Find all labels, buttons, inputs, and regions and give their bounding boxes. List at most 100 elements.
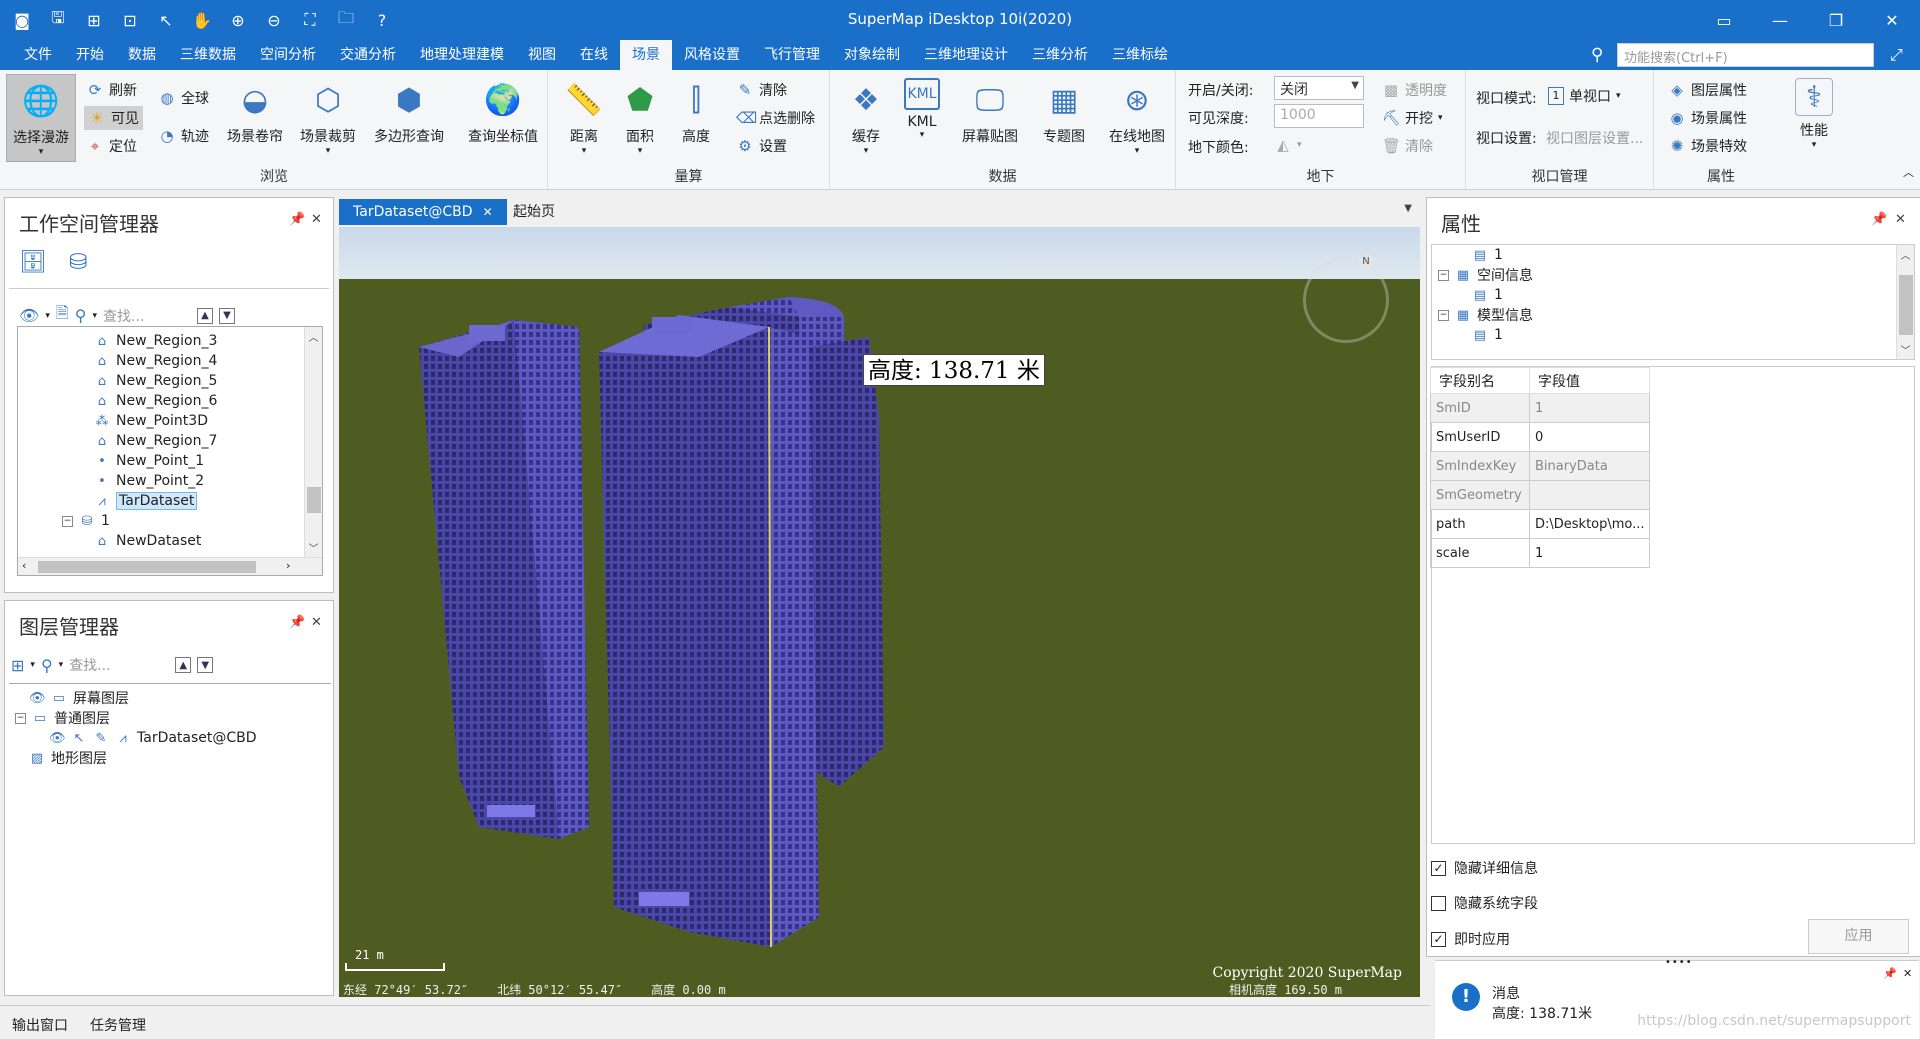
tree-item-1[interactable]: ▤ 1 <box>1472 325 1503 345</box>
scroll-thumb[interactable] <box>307 487 321 513</box>
attribute-row[interactable]: scale 1 <box>1430 538 1650 568</box>
menu-tab-13[interactable]: 三维地理设计 <box>912 40 1020 70</box>
open-icon[interactable]: ⊞ <box>80 7 108 33</box>
apply-button[interactable]: 应用 <box>1808 919 1909 954</box>
attribute-row[interactable]: SmIndexKey BinaryData <box>1430 451 1650 481</box>
scene-clip-button[interactable]: ⬡ 场景裁剪 ▾ <box>296 74 360 162</box>
scene-effects-button[interactable]: ✺ 场景特效 <box>1668 134 1747 158</box>
scene-roll-button[interactable]: ◒ 场景卷帘 <box>224 74 286 162</box>
eye-icon[interactable]: 👁 <box>29 691 46 706</box>
collapse-icon[interactable]: − <box>15 712 26 724</box>
menu-tab-14[interactable]: 三维分析 <box>1020 40 1100 70</box>
close-icon[interactable]: ✕ <box>1903 967 1912 980</box>
scene-view[interactable]: 高度: 138.71 米 N 21 m Copyright 2020 Super… <box>339 227 1420 997</box>
normal-layer-item[interactable]: − ▭ 普通图层 <box>15 708 110 728</box>
help-icon[interactable]: ? <box>368 7 396 33</box>
menu-tab-3[interactable]: 三维数据 <box>168 40 248 70</box>
refresh-button[interactable]: ⟳ 刷新 <box>86 78 137 102</box>
eye-icon[interactable]: 👁 <box>49 731 66 746</box>
tree-item-model[interactable]: − ▦ 模型信息 <box>1438 305 1533 325</box>
workspace-item[interactable]: ⌂ New_Region_5 <box>94 371 218 391</box>
visible-button[interactable]: ☀ 可见 <box>84 106 143 130</box>
scroll-left-icon[interactable]: ‹ <box>22 559 26 572</box>
grip-icon[interactable]: •••• <box>1665 957 1693 968</box>
menu-tab-9[interactable]: 场景 <box>620 40 672 70</box>
workspace-item[interactable]: ⌂ New_Region_3 <box>94 331 218 351</box>
save-icon[interactable]: 🖫 <box>44 7 72 33</box>
field-value-cell[interactable]: 1 <box>1529 538 1650 568</box>
attribute-row[interactable]: SmID 1 <box>1430 393 1650 423</box>
screen-paste-button[interactable]: 🖵 屏幕贴图 <box>954 74 1026 162</box>
instant-apply-checkbox[interactable]: ✓ 即时应用 <box>1431 929 1510 949</box>
menu-tab-1[interactable]: 开始 <box>64 40 116 70</box>
tab-tardataset[interactable]: TarDataset@CBD ✕ <box>339 199 507 225</box>
workspace-hscroll[interactable]: ‹ › <box>18 557 322 575</box>
performance-button[interactable]: ⚕ 性能 ▾ <box>1786 74 1842 162</box>
pin-icon[interactable]: 📌 <box>289 212 305 227</box>
thematic-button[interactable]: ▦ 专题图 <box>1032 74 1096 162</box>
hide-system-fields-checkbox[interactable]: 隐藏系统字段 <box>1431 893 1538 913</box>
editable-icon[interactable]: ✎ <box>93 731 109 746</box>
measure-settings-button[interactable]: ⚙ 设置 <box>736 134 787 158</box>
open-file-icon[interactable]: 🗎 <box>56 302 69 329</box>
scroll-right-icon[interactable]: › <box>286 559 290 572</box>
measure-clear-button[interactable]: ✎ 清除 <box>736 78 787 102</box>
workspace-item[interactable]: ⌂ New_Region_4 <box>94 351 218 371</box>
excavate-button[interactable]: ⛏ 开挖 ▾ <box>1382 106 1443 130</box>
viewport-mode-select[interactable]: 1 单视口 ▾ <box>1548 84 1621 108</box>
scroll-down-icon[interactable]: ﹀ <box>1897 342 1914 357</box>
arrow-up-icon[interactable]: ▲ <box>175 657 192 673</box>
tab-start-page[interactable]: 起始页 <box>499 199 569 225</box>
tree-item-spatial[interactable]: − ▦ 空间信息 <box>1438 265 1533 285</box>
export-icon[interactable]: ⊡ <box>116 7 144 33</box>
cache-button[interactable]: ❖ 缓存 ▾ <box>836 74 896 162</box>
viewport-layer-settings[interactable]: 视口图层设置... <box>1546 128 1643 148</box>
attribute-row[interactable]: SmUserID 0 <box>1430 422 1650 452</box>
add-layer-icon[interactable]: ⊞ <box>11 656 24 675</box>
scene-props-button[interactable]: ◉ 场景属性 <box>1668 106 1747 130</box>
compass-control[interactable]: N <box>1303 254 1389 343</box>
polygon-query-button[interactable]: ⬢ 多边形查询 <box>368 74 450 162</box>
zoom-out-icon[interactable]: ⊖ <box>260 7 288 33</box>
terrain-layer-item[interactable]: ▨ 地形图层 <box>29 748 107 768</box>
underground-color-picker[interactable]: ◭ ▾ <box>1274 133 1301 157</box>
arrow-down-icon[interactable]: ▼ <box>197 657 214 673</box>
find-icon[interactable]: ⚲ <box>41 656 53 675</box>
properties-tree-vscroll[interactable]: ︿ ﹀ <box>1896 245 1914 359</box>
height-button[interactable]: ⫿ 高度 <box>666 74 726 162</box>
query-coord-button[interactable]: 🌍 查询坐标值 <box>462 74 544 162</box>
menu-tab-10[interactable]: 风格设置 <box>672 40 752 70</box>
function-search-input[interactable]: 功能搜索(Ctrl+F) <box>1617 43 1874 67</box>
menu-tab-11[interactable]: 飞行管理 <box>752 40 832 70</box>
close-button[interactable]: ✕ <box>1864 0 1920 40</box>
scroll-thumb[interactable] <box>1899 275 1913 335</box>
layer-props-button[interactable]: ◈ 图层属性 <box>1668 78 1747 102</box>
visible-depth-input[interactable]: 1000 <box>1274 104 1364 128</box>
restore-ribbon-icon[interactable]: ▭ <box>1696 0 1752 40</box>
workspace-item[interactable]: ⌂ New_Region_7 <box>94 431 218 451</box>
select-roam-button[interactable]: 🌐 选择漫游 ▾ <box>6 74 76 162</box>
workspace-item[interactable]: • New_Point_2 <box>94 471 204 491</box>
find-icon[interactable]: ⚲ <box>75 306 87 325</box>
screen-layer-item[interactable]: 👁 ▭ 屏幕图层 <box>29 688 129 708</box>
transparency-button[interactable]: ▩ 透明度 <box>1382 78 1447 102</box>
select-cursor-icon[interactable]: ↖ <box>152 7 180 33</box>
zoom-in-icon[interactable]: ⊕ <box>224 7 252 33</box>
close-tab-icon[interactable]: ✕ <box>483 205 493 219</box>
model-layer-item[interactable]: 👁 ↖ ✎ ⩘ TarDataset@CBD <box>49 728 257 748</box>
pin-icon[interactable]: 📌 <box>289 615 305 630</box>
arrow-down-icon[interactable]: ▼ <box>218 307 235 324</box>
workspace-item[interactable]: • New_Point_1 <box>94 451 204 471</box>
collapse-icon[interactable]: − <box>62 515 73 527</box>
layer-find-input[interactable]: 查找... <box>69 655 169 675</box>
area-button[interactable]: ⬟ 面积 ▾ <box>610 74 670 162</box>
menu-tab-8[interactable]: 在线 <box>568 40 620 70</box>
online-map-button[interactable]: ⊛ 在线地图 ▾ <box>1102 74 1172 162</box>
global-view-button[interactable]: ◍ 全球 <box>158 86 209 110</box>
distance-button[interactable]: 📏 距离 ▾ <box>554 74 614 162</box>
collapse-ribbon-icon[interactable]: ︿ <box>1903 164 1914 180</box>
datasource-tab-icon[interactable]: ⛁ <box>69 250 87 275</box>
scroll-up-icon[interactable]: ︿ <box>305 329 322 344</box>
close-icon[interactable]: ✕ <box>1895 212 1906 227</box>
search-icon[interactable]: ⚲ <box>1591 45 1603 65</box>
